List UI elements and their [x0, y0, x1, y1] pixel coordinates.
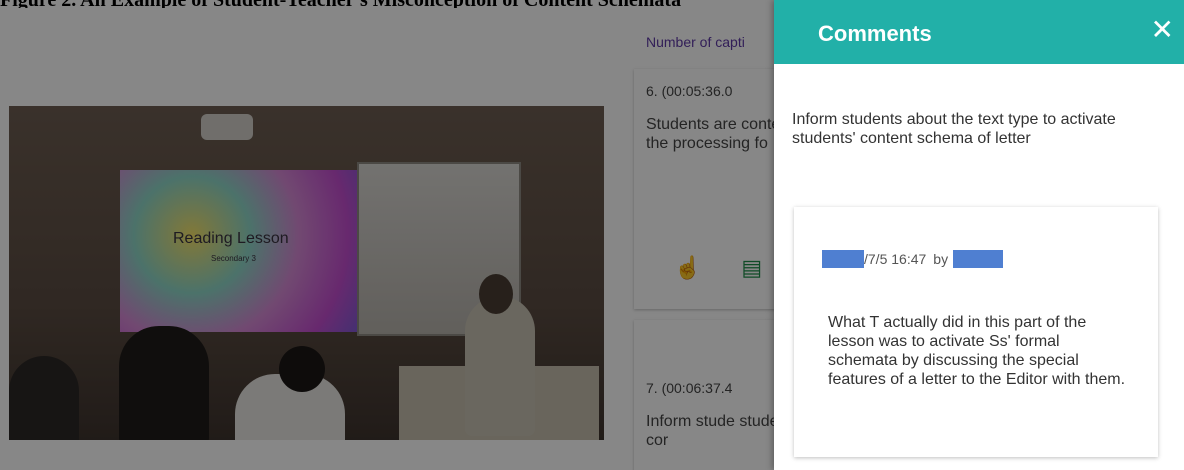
comment-body: What T actually did in this part of the … — [828, 314, 1126, 388]
drawer-title: Comments — [818, 21, 932, 46]
comment-by-label: by — [933, 251, 949, 267]
redacted-author — [953, 250, 1004, 268]
caption-description: Inform students about the text type to a… — [792, 111, 1116, 147]
redacted-date — [822, 250, 864, 268]
comment-meta: /7/5 16:47 by — [822, 250, 1004, 268]
comment-date: /7/5 16:47 — [864, 251, 927, 267]
comments-drawer: Comments ✕ Inform students about the tex… — [774, 0, 1184, 470]
drawer-header: Comments ✕ — [774, 0, 1184, 64]
comment-card: /7/5 16:47 by What T actually did in thi… — [794, 207, 1158, 457]
close-icon[interactable]: ✕ — [1151, 16, 1174, 44]
